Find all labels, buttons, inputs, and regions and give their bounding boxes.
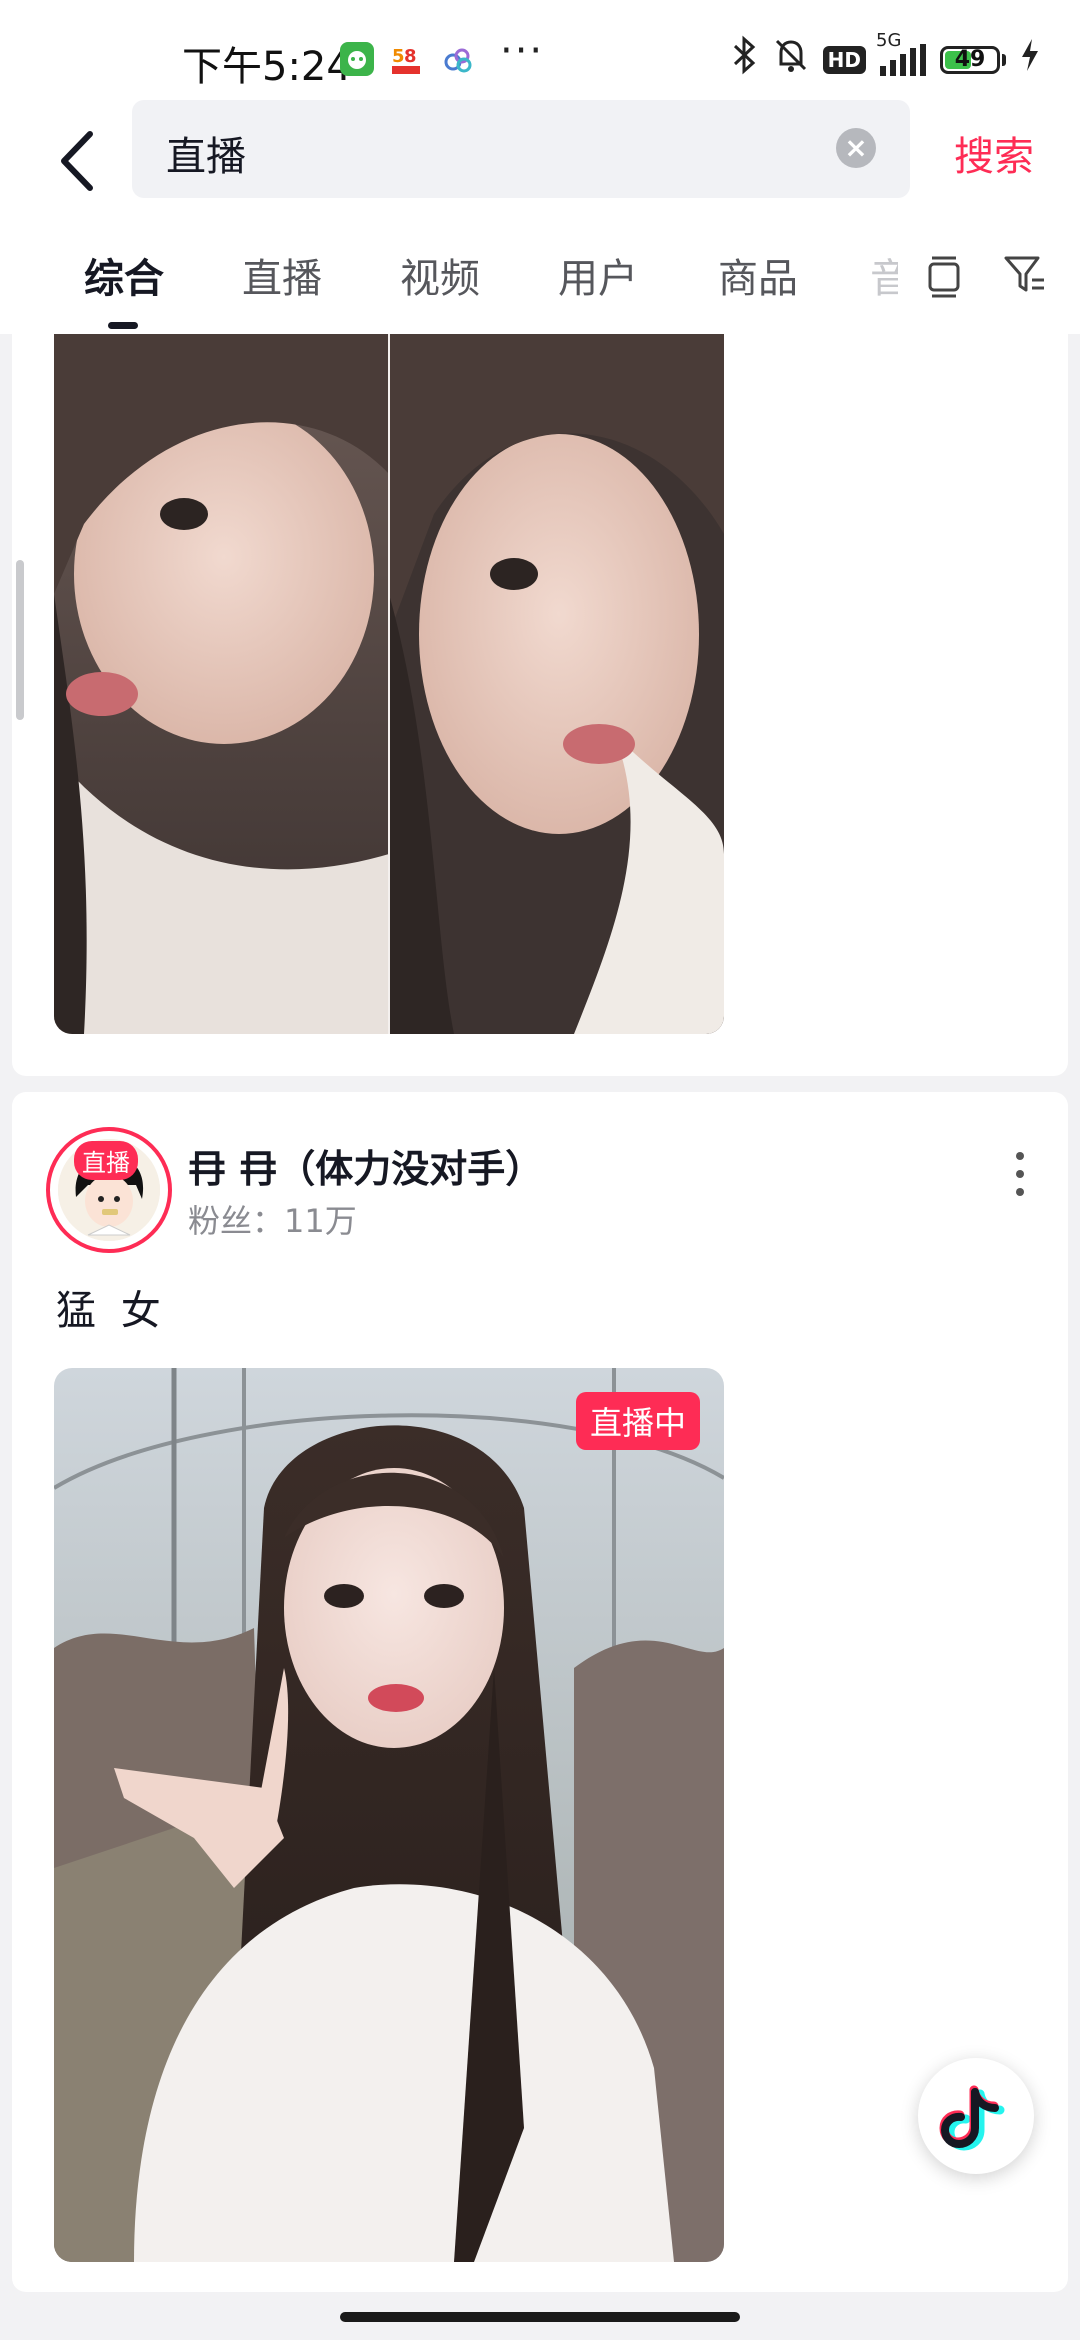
hd-icon: HD	[822, 46, 866, 74]
signal-icon: 5G	[876, 30, 926, 76]
more-dots-icon: ···	[500, 28, 545, 74]
layout-toggle-icon[interactable]	[920, 250, 968, 298]
search-input[interactable]: 直播 ×	[132, 100, 910, 198]
battery-icon: 49	[940, 46, 1000, 74]
tab-video[interactable]: 视频	[400, 246, 480, 304]
search-query: 直播	[166, 134, 246, 180]
search-button[interactable]: 搜索	[954, 124, 1034, 182]
previous-result-photo[interactable]	[54, 334, 724, 1034]
more-options-icon[interactable]	[1012, 1152, 1028, 1212]
live-tag: 直播	[74, 1141, 138, 1180]
filter-icon[interactable]	[1000, 250, 1048, 298]
clear-icon[interactable]: ×	[836, 128, 876, 168]
username[interactable]: 冄 冄（体力没对手）	[188, 1138, 543, 1193]
svg-text:5: 5	[392, 46, 405, 67]
live-stream-cover[interactable]: 直播中	[54, 1368, 724, 2262]
live-cover-image	[54, 1368, 724, 2262]
active-tab-indicator	[108, 322, 138, 329]
portrait-image	[54, 334, 724, 1034]
result-card-previous	[12, 334, 1068, 1076]
result-tabs: 综合 直播 视频 用户 商品 音	[0, 210, 1080, 334]
bluetooth-icon	[731, 35, 759, 86]
status-icons: HD 5G 49	[731, 30, 1040, 84]
status-time: 下午5:24	[182, 44, 352, 90]
douyin-float-button[interactable]	[918, 2058, 1034, 2174]
avatar[interactable]: 直播	[46, 1127, 172, 1253]
live-badge: 直播中	[575, 1392, 700, 1450]
tab-products[interactable]: 商品	[718, 246, 798, 304]
home-indicator[interactable]	[340, 2312, 740, 2322]
wechat-app-icon	[340, 42, 374, 76]
status-bar: 下午5:24 58 ··· HD 5G 49	[0, 0, 1080, 100]
58-app-icon: 58	[388, 42, 422, 76]
tab-live[interactable]: 直播	[242, 246, 322, 304]
charging-icon	[1020, 37, 1040, 84]
svg-text:8: 8	[404, 46, 417, 67]
cloud-app-icon	[440, 42, 474, 76]
fans-count: 粉丝：11万	[188, 1202, 357, 1240]
douyin-logo-icon	[939, 2085, 1005, 2151]
scroll-indicator[interactable]	[16, 560, 24, 720]
search-header: 直播 × 搜索	[0, 100, 1080, 210]
tab-users[interactable]: 用户	[558, 246, 638, 304]
tab-music[interactable]: 音	[870, 246, 898, 304]
battery-level: 49	[954, 47, 986, 72]
user-description: 猛 女	[56, 1288, 167, 1334]
mute-bell-icon	[773, 35, 809, 86]
back-button[interactable]	[48, 110, 108, 200]
battery-cap	[1002, 54, 1006, 66]
tab-comprehensive[interactable]: 综合	[84, 246, 164, 304]
network-type: 5G	[876, 30, 902, 51]
back-arrow-icon	[61, 131, 93, 191]
result-card-live-user: 直播 冄 冄（体力没对手） 粉丝：11万 猛 女 直播中	[12, 1092, 1068, 2292]
